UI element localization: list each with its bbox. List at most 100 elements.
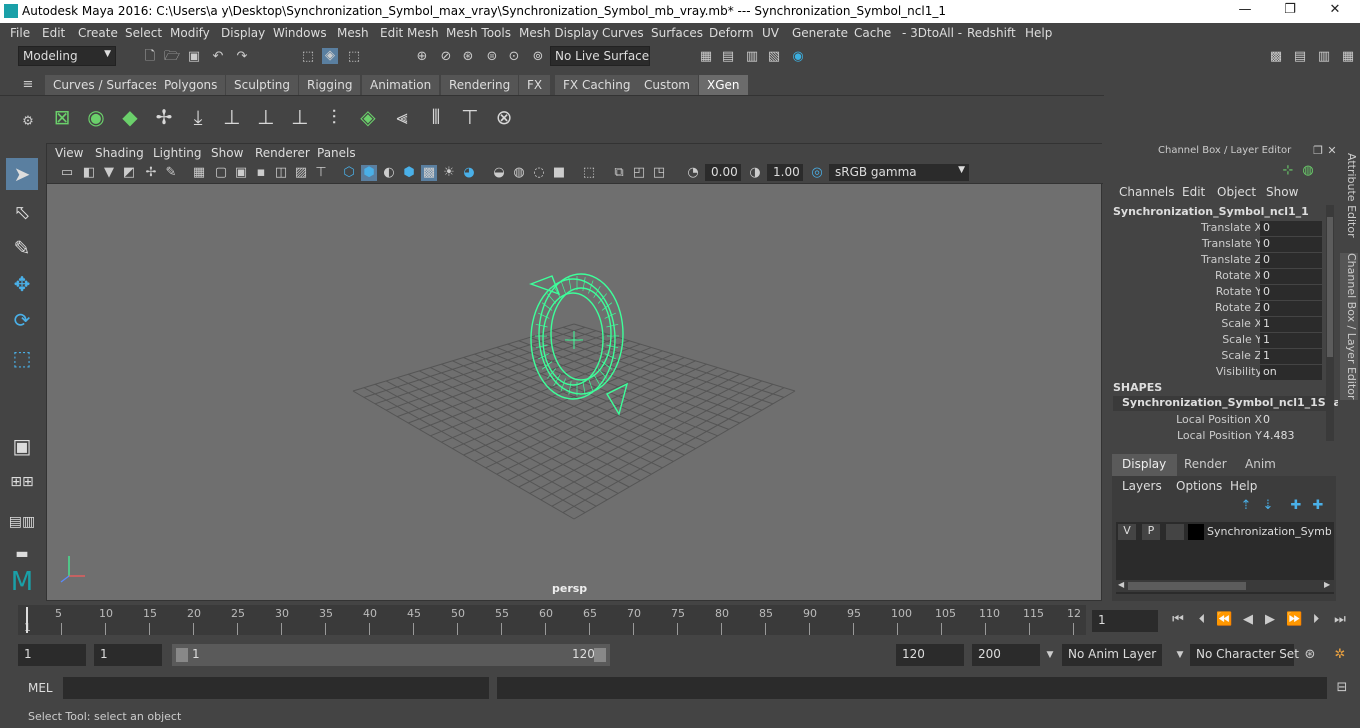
layers-menu[interactable]: Layers	[1122, 479, 1162, 493]
menu-uv[interactable]: UV	[762, 26, 779, 40]
scrollbar-thumb[interactable]	[1128, 582, 1246, 590]
menu-generate[interactable]: Generate	[792, 26, 848, 40]
viewport-menu-renderer[interactable]: Renderer	[255, 146, 310, 160]
tab-curves-surfaces[interactable]: Curves / Surfaces	[45, 75, 167, 95]
layer-visibility-toggle[interactable]: V	[1118, 524, 1136, 540]
field-chart-icon[interactable]: ◫	[273, 165, 289, 181]
cycle-icon[interactable]: ◍	[1300, 163, 1316, 179]
tab-anim[interactable]: Anim	[1237, 454, 1289, 476]
tab-rigging[interactable]: Rigging	[299, 75, 361, 95]
camera-select-icon[interactable]: ▭	[59, 165, 75, 181]
bookmark-icon[interactable]: ▼	[101, 165, 117, 181]
xray-icon[interactable]: ⬚	[581, 165, 597, 181]
channel-value[interactable]: 0	[1260, 253, 1322, 268]
guide-delete-icon[interactable]: ⊗	[490, 103, 518, 131]
smooth-shade-icon[interactable]: ⬢	[361, 165, 377, 181]
character-set-dropdown[interactable]: No Character Set	[1190, 644, 1299, 666]
ipr-render-icon[interactable]: ▥	[744, 49, 760, 65]
chevron-down-icon[interactable]: ▼	[1172, 647, 1188, 663]
viewport-menu-view[interactable]: View	[55, 146, 83, 160]
image-plane-icon[interactable]: ◩	[121, 165, 137, 181]
paint-select-tool-icon[interactable]: ✎	[6, 232, 38, 264]
gamma-field[interactable]: 1.00	[767, 164, 803, 181]
playback-start-field[interactable]: 1	[94, 644, 162, 666]
minimize-button[interactable]: —	[1230, 2, 1260, 20]
cb-edit-menu[interactable]: Edit	[1182, 185, 1205, 199]
viewport-persp[interactable]: View Shading Lighting Show Renderer Pane…	[46, 143, 1103, 601]
guide-cut-icon[interactable]: ⊤	[456, 103, 484, 131]
channel-value[interactable]: 0	[1260, 221, 1322, 236]
tab-fx-caching[interactable]: FX Caching	[555, 75, 639, 95]
scroll-left-icon[interactable]: ◀	[1118, 580, 1124, 589]
go-to-start-icon[interactable]: ⏮	[1170, 612, 1186, 628]
menu-modify[interactable]: Modify	[170, 26, 210, 40]
scroll-right-icon[interactable]: ▶	[1324, 580, 1330, 589]
modeling-toolkit-icon[interactable]: ▤	[1292, 49, 1308, 65]
close-button[interactable]: ✕	[1320, 2, 1350, 20]
guide-move-icon[interactable]: ⫷	[388, 103, 416, 131]
menu-3dtoall[interactable]: - 3DtoAll -	[902, 26, 962, 40]
range-slider[interactable]: 1 120	[172, 644, 610, 666]
tab-sculpting[interactable]: Sculpting	[226, 75, 299, 95]
guide-visibility-icon[interactable]: ⊥	[252, 103, 280, 131]
shelf-settings-icon[interactable]: ⚙	[20, 114, 36, 130]
menu-edit-mesh[interactable]: Edit Mesh	[380, 26, 439, 40]
time-ruler[interactable]: 1 51015202530354045505560657075808590951…	[18, 605, 1086, 635]
new-layer-icon[interactable]: ✚	[1288, 498, 1304, 514]
viewport-menu-panels[interactable]: Panels	[317, 146, 356, 160]
snap-view-icon[interactable]: ⊜	[484, 49, 500, 65]
tab-rendering[interactable]: Rendering	[441, 75, 519, 95]
shelf-menu-icon[interactable]: ≡	[20, 77, 36, 93]
channel-scale-y[interactable]: Scale Y1	[1104, 333, 1326, 349]
channel-rotate-x[interactable]: Rotate X0	[1104, 269, 1326, 285]
chevron-down-icon[interactable]: ▼	[1042, 647, 1058, 663]
workspace-icon[interactable]: ▩	[1268, 49, 1284, 65]
channel-rotate-y[interactable]: Rotate Y0	[1104, 285, 1326, 301]
animation-start-field[interactable]: 1	[18, 644, 86, 666]
outliner-layout-icon[interactable]: ▤▥	[6, 506, 38, 538]
menu-windows[interactable]: Windows	[273, 26, 327, 40]
maximize-button[interactable]: ❐	[1275, 2, 1305, 20]
grid-toggle-icon[interactable]: ▦	[191, 165, 207, 181]
go-to-end-icon[interactable]: ⏭	[1332, 612, 1348, 628]
channels-menu[interactable]: Channels	[1119, 185, 1175, 199]
menu-surfaces[interactable]: Surfaces	[651, 26, 703, 40]
save-scene-icon[interactable]: ▣	[186, 49, 202, 65]
render-region-icon[interactable]: ▦	[698, 49, 714, 65]
auto-key-icon[interactable]: ⊛	[1302, 647, 1318, 663]
object-name[interactable]: Synchronization_Symbol_ncl1_1	[1113, 205, 1309, 218]
snap-curve-icon[interactable]: ⊘	[438, 49, 454, 65]
channel-local-position-x[interactable]: Local Position X0	[1104, 413, 1326, 429]
xgen-editor-icon[interactable]: ⊠	[48, 103, 76, 131]
move-tool-icon[interactable]: ✥	[6, 268, 38, 300]
tab-render[interactable]: Render	[1180, 454, 1235, 476]
single-view-layout-icon[interactable]: ▣	[6, 430, 38, 462]
layer-playback-toggle[interactable]: P	[1142, 524, 1160, 540]
channel-rotate-z[interactable]: Rotate Z0	[1104, 301, 1326, 317]
layer-up-icon[interactable]: ⇡	[1238, 498, 1254, 514]
render-frame-icon[interactable]: ▤	[720, 49, 736, 65]
attribute-editor-toggle-icon[interactable]: ▥	[1316, 49, 1332, 65]
menu-create[interactable]: Create	[78, 26, 118, 40]
tab-xgen[interactable]: XGen	[699, 75, 748, 95]
tab-animation[interactable]: Animation	[362, 75, 440, 95]
channel-value[interactable]: 4.483	[1260, 429, 1322, 444]
play-forwards-icon[interactable]: ▶	[1262, 612, 1278, 628]
tab-display[interactable]: Display	[1112, 454, 1177, 476]
camera-attributes-icon[interactable]: ◧	[81, 165, 97, 181]
menu-mesh-display[interactable]: Mesh Display	[519, 26, 599, 40]
exposure-field[interactable]: 0.00	[705, 164, 741, 181]
open-scene-icon[interactable]: 🗁	[164, 49, 180, 65]
channel-local-position-y[interactable]: Local Position Y 4.483	[1104, 429, 1326, 445]
snap-surface-icon[interactable]: ⊙	[506, 49, 522, 65]
wireframe-icon[interactable]: ⬡	[341, 165, 357, 181]
channel-box-side-tab[interactable]: Channel Box / Layer Editor	[1340, 253, 1358, 400]
channel-value[interactable]: 0	[1260, 237, 1322, 252]
live-surface-field[interactable]: No Live Surface	[550, 46, 650, 66]
select-hierarchy-icon[interactable]: ⬚	[300, 49, 316, 65]
new-scene-icon[interactable]: 🗋	[142, 49, 158, 65]
tab-custom[interactable]: Custom	[636, 75, 698, 95]
render-settings-icon[interactable]: ▧	[766, 49, 782, 65]
channel-value[interactable]: 0	[1260, 413, 1322, 428]
animation-preferences-icon[interactable]: ✲	[1332, 647, 1348, 663]
